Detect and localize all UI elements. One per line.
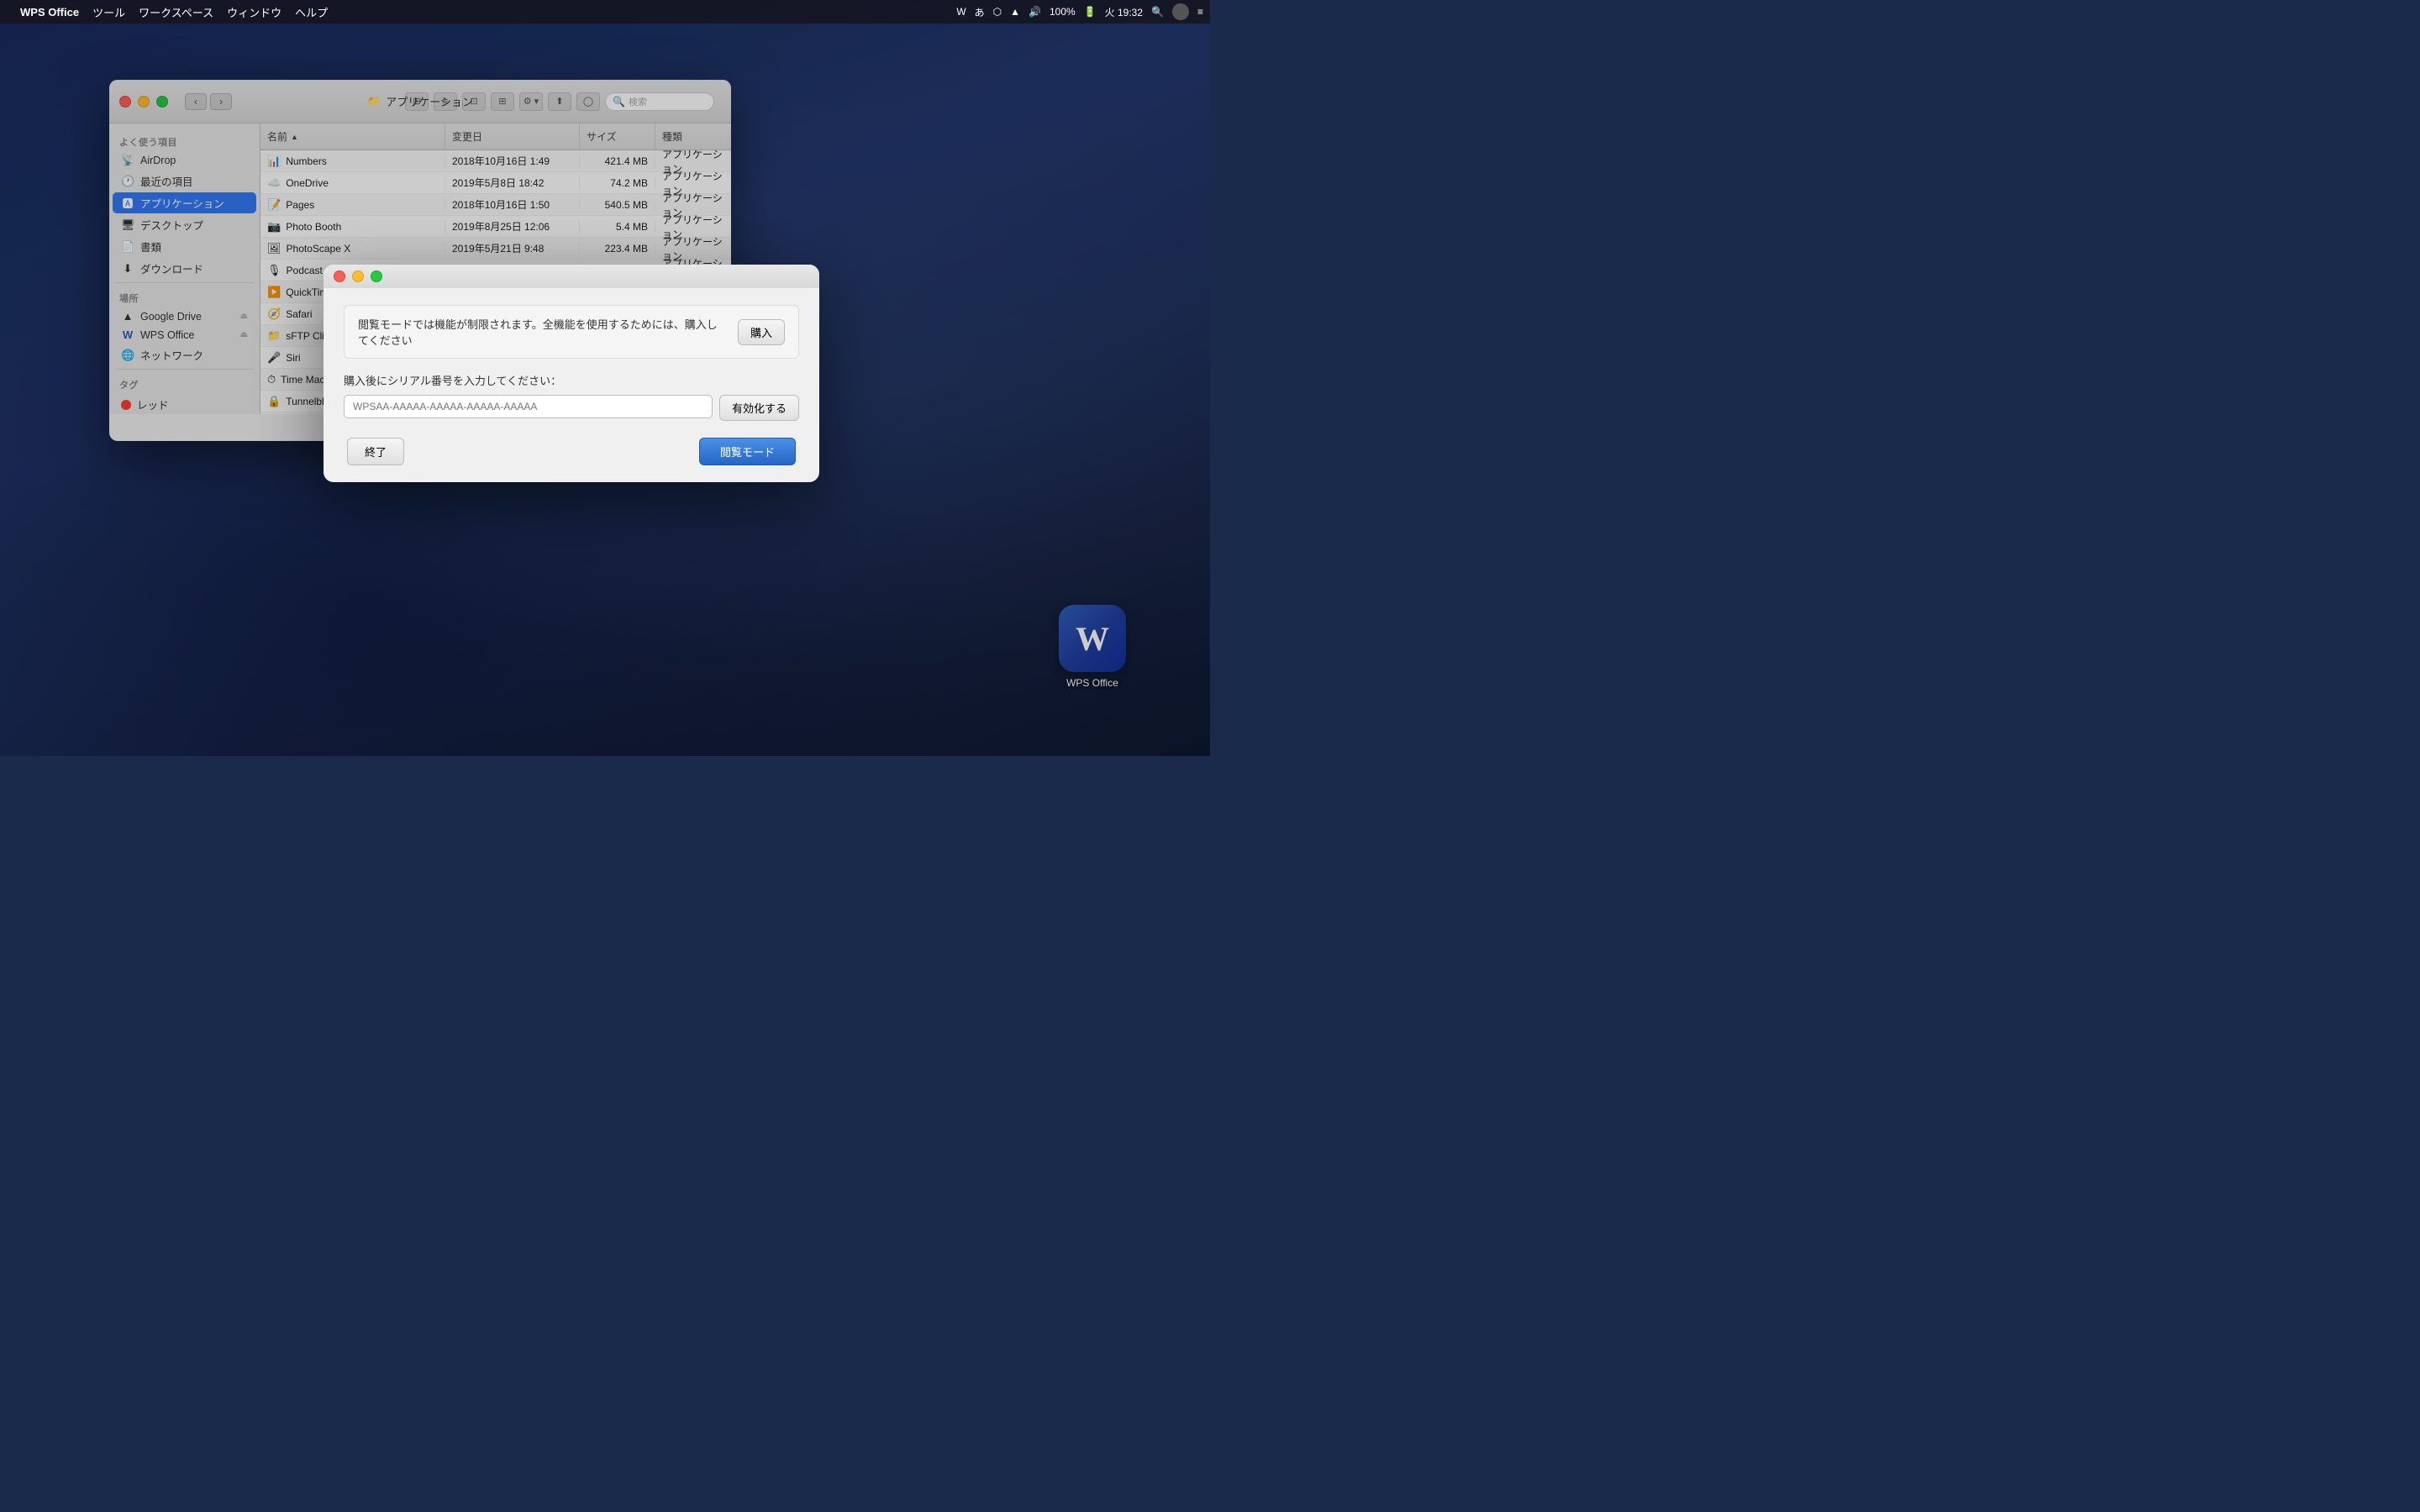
dialog-min-button[interactable]: [352, 270, 364, 282]
buy-button[interactable]: 購入: [738, 319, 785, 345]
menubar-right: W あ ⬡ ▲ 🔊 100% 🔋 火 19:32 🔍 ≡: [956, 3, 1203, 20]
search-icon[interactable]: 🔍: [1151, 6, 1164, 18]
dialog-titlebar: [324, 265, 819, 288]
menu-tools[interactable]: ツール: [92, 4, 125, 20]
dialog-body: 閲覧モードでは機能が制限されます。全機能を使用するためには、購入してください 購…: [324, 288, 819, 482]
input-icon: あ: [975, 5, 985, 19]
license-dialog: 閲覧モードでは機能が制限されます。全機能を使用するためには、購入してください 購…: [324, 265, 819, 482]
avatar[interactable]: [1172, 3, 1189, 20]
serial-section: 購入後にシリアル番号を入力してください： 有効化する: [344, 372, 799, 421]
wps-icon: W: [956, 6, 965, 18]
dialog-close-button[interactable]: [334, 270, 345, 282]
volume-icon: 🔊: [1028, 6, 1041, 18]
menubar-left: WPS Office ツール ワークスペース ウィンドウ ヘルプ: [7, 4, 328, 20]
clock: 火 19:32: [1105, 5, 1143, 19]
serial-label: 購入後にシリアル番号を入力してください：: [344, 372, 799, 388]
menu-window[interactable]: ウィンドウ: [227, 4, 281, 20]
battery-level: 100%: [1050, 6, 1076, 18]
bluetooth-icon: ⬡: [993, 6, 1002, 18]
serial-row: 有効化する: [344, 395, 799, 421]
browse-mode-button[interactable]: 閲覧モード: [699, 438, 796, 465]
menubar: WPS Office ツール ワークスペース ウィンドウ ヘルプ W あ ⬡ ▲…: [0, 0, 1210, 24]
serial-input[interactable]: [344, 395, 713, 418]
dialog-max-button[interactable]: [371, 270, 382, 282]
battery-icon: 🔋: [1084, 6, 1097, 18]
app-name[interactable]: WPS Office: [20, 6, 79, 18]
menu-help[interactable]: ヘルプ: [295, 4, 328, 20]
quit-button[interactable]: 終了: [347, 438, 404, 465]
banner-text: 閲覧モードでは機能が制限されます。全機能を使用するためには、購入してください: [358, 316, 728, 348]
wifi-icon: ▲: [1010, 6, 1020, 18]
dialog-footer: 終了 閲覧モード: [344, 438, 799, 465]
menu-workspace[interactable]: ワークスペース: [139, 4, 213, 20]
control-center-icon[interactable]: ≡: [1197, 6, 1203, 18]
dialog-banner: 閲覧モードでは機能が制限されます。全機能を使用するためには、購入してください 購…: [344, 305, 799, 359]
activate-button[interactable]: 有効化する: [719, 395, 799, 421]
